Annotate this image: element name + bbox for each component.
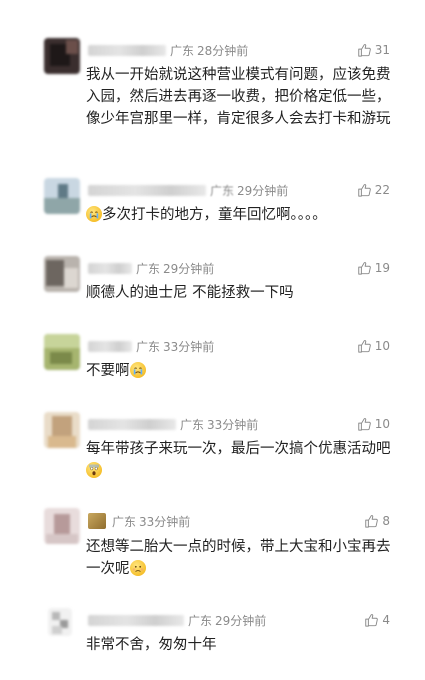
- comment-location: 广东: [136, 339, 161, 354]
- username-blurred[interactable]: [88, 614, 184, 626]
- like-count: 19: [374, 261, 390, 275]
- comment-time: 33分钟前: [139, 514, 191, 529]
- like-button[interactable]: 19: [357, 259, 390, 277]
- comment-location: 广东: [210, 183, 235, 198]
- user-badge-icon: [88, 513, 106, 529]
- screaming-face-emoji: [86, 462, 102, 478]
- crying-face-emoji: [86, 206, 102, 222]
- username-blurred[interactable]: [88, 262, 132, 274]
- user-avatar[interactable]: [44, 412, 80, 448]
- comment-location: 广东: [188, 613, 213, 628]
- comment-time: 28分钟前: [197, 43, 249, 58]
- thumbs-up-icon: [357, 262, 371, 275]
- comment-text-body: 多次打卡的地方，童年回忆啊。。。。: [102, 207, 327, 223]
- comment-text: 还想等二胎大一点的时候，带上大宝和小宝再去一次呢: [86, 536, 394, 580]
- comment-meta: 广东 28分钟前: [88, 41, 248, 59]
- user-avatar[interactable]: [44, 508, 80, 544]
- like-button[interactable]: 10: [357, 415, 390, 433]
- comment-time: 33分钟前: [163, 339, 215, 354]
- like-count: 10: [374, 339, 390, 353]
- thumbs-up-icon: [357, 418, 371, 431]
- like-count: 22: [374, 183, 390, 197]
- comment-location: 广东: [112, 514, 137, 529]
- user-avatar[interactable]: [48, 608, 72, 636]
- comment-text: 每年带孩子来玩一次，最后一次搞个优惠活动吧: [86, 438, 394, 482]
- comment-meta: 广东 29分钟前: [88, 611, 266, 629]
- comment-time: 33分钟前: [207, 417, 259, 432]
- comment-location: 广东: [136, 261, 161, 276]
- comment-location: 广东: [170, 43, 195, 58]
- like-count: 4: [382, 613, 390, 627]
- like-button[interactable]: 4: [364, 611, 390, 629]
- sad-face-emoji: [129, 560, 146, 576]
- thumbs-up-icon: [357, 340, 371, 353]
- comment-meta: 广东 29分钟前: [88, 181, 288, 199]
- user-avatar[interactable]: [44, 334, 80, 370]
- comment-text: 非常不舍，匆匆十年: [86, 637, 217, 653]
- like-button[interactable]: 8: [364, 512, 390, 530]
- username-blurred[interactable]: [88, 418, 176, 430]
- comment-meta: 广东 33分钟前: [88, 337, 214, 355]
- like-button[interactable]: 22: [357, 181, 390, 199]
- username-blurred[interactable]: [88, 44, 166, 56]
- username-blurred[interactable]: [88, 184, 206, 196]
- comment-location: 广东: [180, 417, 205, 432]
- comment-text: 不要啊: [86, 360, 394, 382]
- comment-text-body: 每年带孩子来玩一次，最后一次搞个优惠活动吧: [86, 441, 391, 457]
- crying-face-emoji: [129, 362, 146, 378]
- comment-meta: 广东 33分钟前: [88, 512, 190, 530]
- like-button[interactable]: 31: [357, 41, 390, 59]
- comment-time: 29分钟前: [215, 613, 267, 628]
- like-count: 8: [382, 514, 390, 528]
- thumbs-up-icon: [357, 44, 371, 57]
- user-avatar[interactable]: [44, 178, 80, 214]
- comment-text: 顺德人的迪士尼 不能拯救一下吗: [86, 285, 294, 301]
- thumbs-up-icon: [365, 614, 379, 627]
- comment-meta: 广东 29分钟前: [88, 259, 214, 277]
- comment-text: 多次打卡的地方，童年回忆啊。。。。: [86, 204, 394, 226]
- comment-meta: 广东 33分钟前: [88, 415, 258, 433]
- thumbs-up-icon: [365, 515, 379, 528]
- user-avatar[interactable]: [44, 38, 80, 74]
- comment-time: 29分钟前: [163, 261, 215, 276]
- comment-time: 29分钟前: [237, 183, 289, 198]
- like-count: 31: [374, 43, 390, 57]
- user-avatar[interactable]: [44, 256, 80, 292]
- like-count: 10: [374, 417, 390, 431]
- thumbs-up-icon: [357, 184, 371, 197]
- comment-text: 我从一开始就说这种营业模式有问题，应该免费入园，然后进去再逐一收费，把价格定低一…: [86, 67, 391, 127]
- comment-text-body: 不要啊: [86, 363, 130, 379]
- like-button[interactable]: 10: [357, 337, 390, 355]
- username-blurred[interactable]: [88, 340, 132, 352]
